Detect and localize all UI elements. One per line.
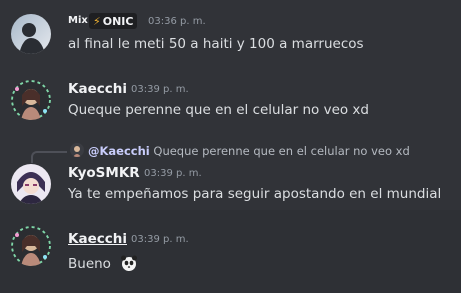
- lightning-icon: ⚡: [93, 14, 101, 28]
- timestamp: 03:39 p. m.: [131, 84, 189, 95]
- server-tag[interactable]: ⚡ ONIC: [89, 13, 138, 29]
- message-text: Queque perenne que en el celular no veo …: [68, 102, 369, 118]
- reply-avatar: [70, 143, 84, 157]
- panda-sticker-icon[interactable]: [119, 253, 139, 273]
- message-mix[interactable]: Mix ⚡ ONIC 03:36 p. m. al final le meti …: [0, 0, 461, 70]
- avatar[interactable]: [11, 14, 51, 54]
- author-name[interactable]: Kaecchi: [68, 81, 127, 97]
- message-text: Ya te empeñamos para seguir apostando en…: [68, 186, 442, 202]
- author-name[interactable]: KyoSMKR: [68, 165, 140, 181]
- message-text: al final le meti 50 a haiti y 100 a marr…: [68, 36, 364, 52]
- reply-text: Queque perenne que en el celular no veo …: [153, 144, 410, 158]
- reply-mention[interactable]: @Kaecchi: [88, 144, 150, 158]
- avatar[interactable]: [11, 80, 51, 120]
- message-kyosmkr[interactable]: KyoSMKR 03:39 p. m. Ya te empeñamos para…: [0, 160, 461, 210]
- message-text: Bueno: [68, 253, 139, 273]
- author-name[interactable]: Mix: [68, 15, 88, 26]
- avatar[interactable]: [11, 226, 51, 266]
- server-tag-text: ONIC: [102, 14, 134, 28]
- timestamp: 03:39 p. m.: [144, 168, 202, 179]
- message-kaecchi[interactable]: Kaecchi 03:39 p. m. Queque perenne que e…: [0, 70, 461, 136]
- avatar[interactable]: [11, 164, 51, 204]
- timestamp: 03:36 p. m.: [148, 16, 206, 27]
- message-kaecchi-2[interactable]: Kaecchi 03:39 p. m. Bueno: [0, 210, 461, 293]
- reply-preview[interactable]: @Kaecchi Queque perenne que en el celula…: [70, 143, 410, 158]
- timestamp: 03:39 p. m.: [131, 234, 189, 245]
- message-text-content: Bueno: [68, 256, 111, 272]
- author-name[interactable]: Kaecchi: [68, 231, 127, 247]
